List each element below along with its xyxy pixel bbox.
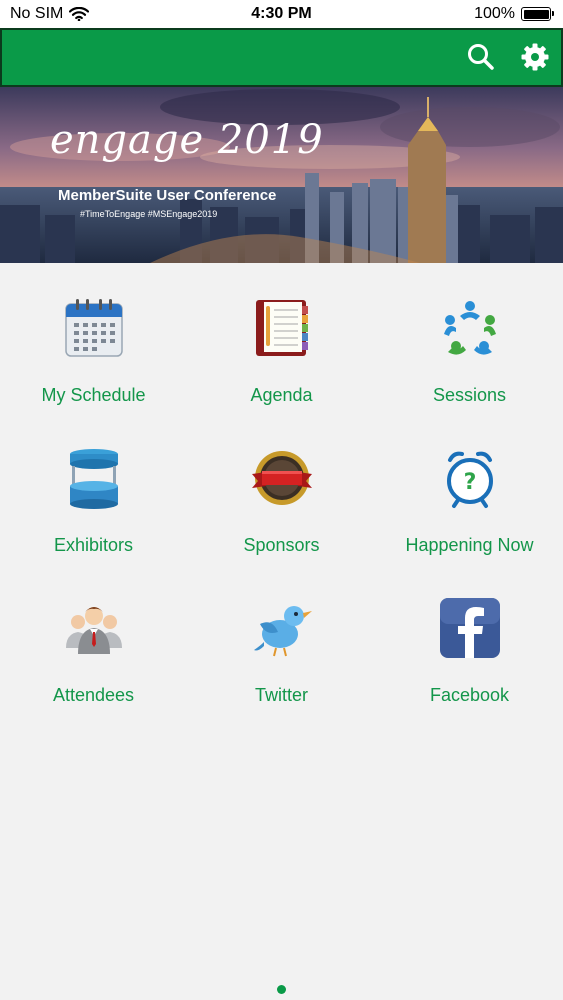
- settings-button[interactable]: [518, 40, 552, 74]
- gear-icon: [521, 43, 549, 71]
- tile-exhibitors[interactable]: Exhibitors: [0, 438, 187, 568]
- tile-agenda[interactable]: Agenda: [188, 288, 375, 418]
- tile-label: Happening Now: [405, 535, 534, 555]
- tile-attendees[interactable]: Attendees: [0, 588, 187, 718]
- calendar-icon: [65, 299, 123, 357]
- svg-text:?: ?: [464, 470, 477, 495]
- search-icon: [468, 44, 494, 70]
- facebook-icon: [440, 598, 500, 658]
- battery-icon: [521, 7, 554, 21]
- status-right: 100%: [474, 5, 554, 23]
- tile-facebook[interactable]: Facebook: [376, 588, 563, 718]
- battery-level: [523, 9, 549, 19]
- tile-happening-now[interactable]: ? Happening Now: [376, 438, 563, 568]
- tile-label: Twitter: [254, 685, 308, 705]
- status-bar: No SIM 4:30 PM 100%: [0, 0, 563, 28]
- tile-sessions[interactable]: Sessions: [376, 288, 563, 418]
- page-indicator-dot: [277, 985, 286, 994]
- tile-label: Attendees: [52, 685, 135, 705]
- notebook-icon: [256, 300, 308, 356]
- alarm-clock-icon: ?: [447, 451, 493, 508]
- tile-label: My Schedule: [41, 385, 146, 405]
- tile-label: Sessions: [432, 385, 507, 405]
- tile-sponsors[interactable]: Sponsors: [188, 438, 375, 568]
- tile-twitter[interactable]: Twitter: [188, 588, 375, 718]
- booth-icon: [70, 449, 118, 509]
- badge-ribbon-icon: [252, 451, 312, 505]
- tile-label: Agenda: [250, 385, 313, 405]
- tile-my-schedule[interactable]: My Schedule: [0, 288, 187, 418]
- banner-subtitle: MemberSuite User Conference: [58, 187, 277, 204]
- city-skyline-image: [0, 87, 563, 263]
- conference-banner[interactable]: engage 2019 MemberSuite User Conference …: [0, 87, 563, 263]
- banner-hashtags: #TimeToEngage #MSEngage2019: [80, 209, 218, 219]
- tile-label: Exhibitors: [53, 535, 134, 555]
- top-nav-bar: [0, 28, 563, 87]
- banner-title: engage 2019: [50, 117, 324, 163]
- tile-label: Facebook: [429, 685, 510, 705]
- battery-percent: 100%: [474, 5, 515, 22]
- bird-icon: [254, 606, 312, 657]
- tile-label: Sponsors: [243, 535, 320, 555]
- search-button[interactable]: [464, 40, 498, 74]
- people-circle-icon: [444, 301, 496, 355]
- business-people-icon: [66, 607, 122, 654]
